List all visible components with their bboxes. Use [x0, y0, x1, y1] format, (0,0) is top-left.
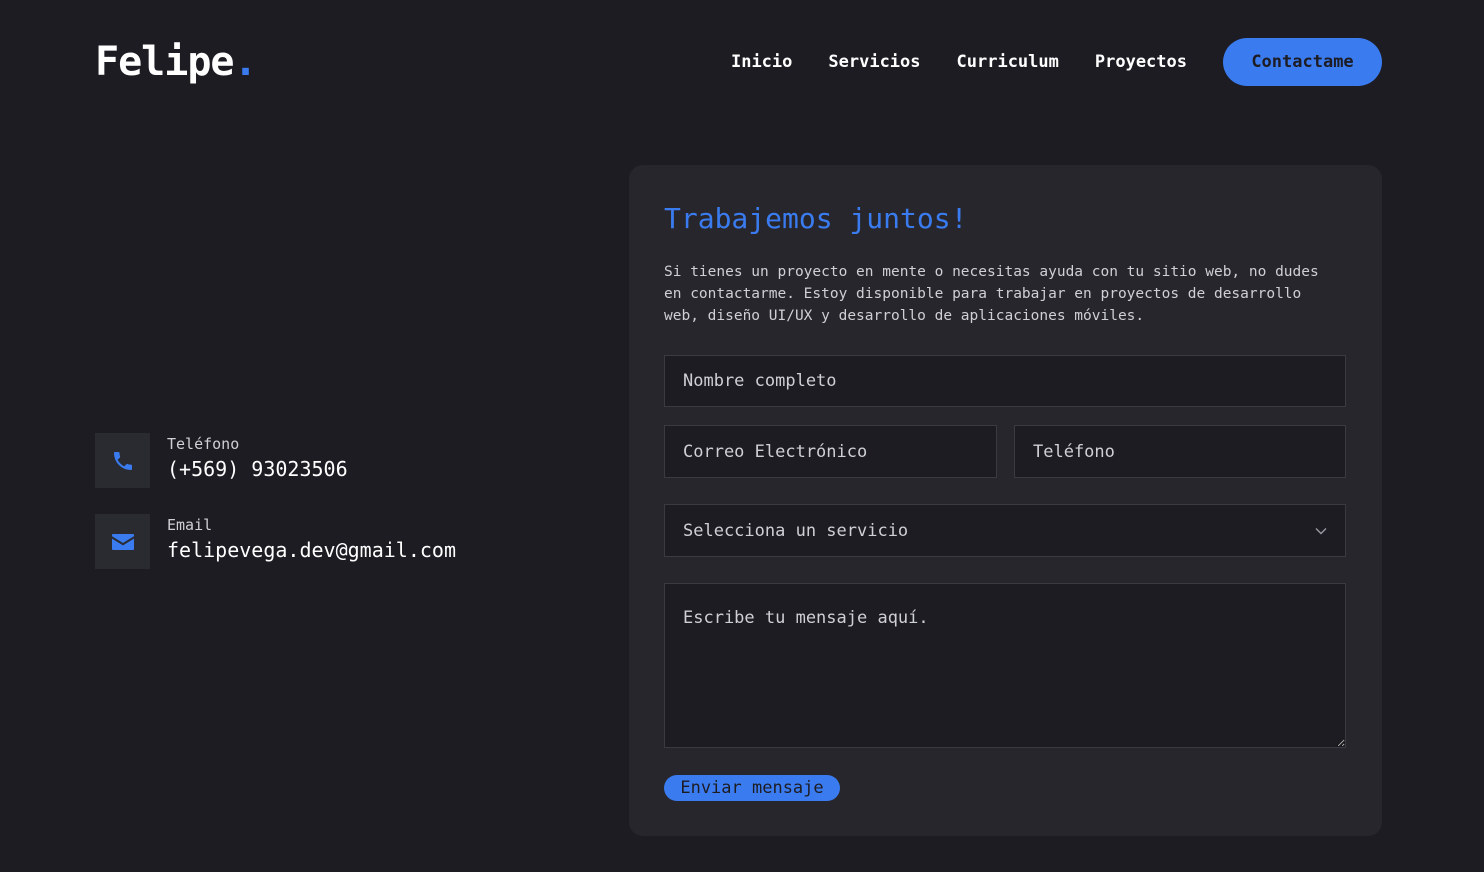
email-value: felipevega.dev@gmail.com	[167, 538, 456, 562]
phone-input[interactable]	[1014, 425, 1346, 478]
envelope-icon	[111, 533, 134, 550]
message-textarea[interactable]	[664, 583, 1346, 748]
chevron-down-icon	[1315, 527, 1327, 534]
phone-icon-box	[95, 433, 150, 488]
main-nav: Inicio Servicios Curriculum Proyectos Co…	[731, 38, 1382, 86]
service-select-value: Selecciona un servicio	[683, 520, 909, 541]
phone-value: (+569) 93023506	[167, 457, 348, 481]
logo-text: Felipe	[95, 39, 234, 85]
contact-button[interactable]: Contactame	[1223, 38, 1382, 86]
nav-item-curriculum[interactable]: Curriculum	[957, 52, 1059, 72]
email-icon-box	[95, 514, 150, 569]
contact-form-card: Trabajemos juntos! Si tienes un proyecto…	[629, 165, 1382, 836]
nav-item-inicio[interactable]: Inicio	[731, 52, 792, 72]
contact-page: Felipe. Inicio Servicios Curriculum Proy…	[0, 0, 1484, 872]
phone-info: Teléfono (+569) 93023506	[95, 433, 348, 488]
form-description: Si tienes un proyecto en mente o necesit…	[664, 264, 1319, 324]
logo-dot: .	[233, 39, 258, 85]
service-select[interactable]: Selecciona un servicio	[664, 504, 1346, 557]
email-label: Email	[167, 516, 213, 534]
send-message-button[interactable]: Enviar mensaje	[664, 775, 840, 801]
phone-text: Teléfono (+569) 93023506	[167, 433, 348, 484]
full-name-input[interactable]	[664, 355, 1346, 407]
form-title: Trabajemos juntos!	[664, 202, 968, 235]
logo[interactable]: Felipe.	[95, 38, 258, 86]
phone-icon	[113, 451, 132, 470]
nav-item-servicios[interactable]: Servicios	[828, 52, 920, 72]
phone-label: Teléfono	[167, 435, 240, 453]
email-info: Email felipevega.dev@gmail.com	[95, 514, 456, 569]
email-input[interactable]	[664, 425, 997, 478]
nav-item-proyectos[interactable]: Proyectos	[1095, 52, 1187, 72]
email-text: Email felipevega.dev@gmail.com	[167, 514, 456, 565]
